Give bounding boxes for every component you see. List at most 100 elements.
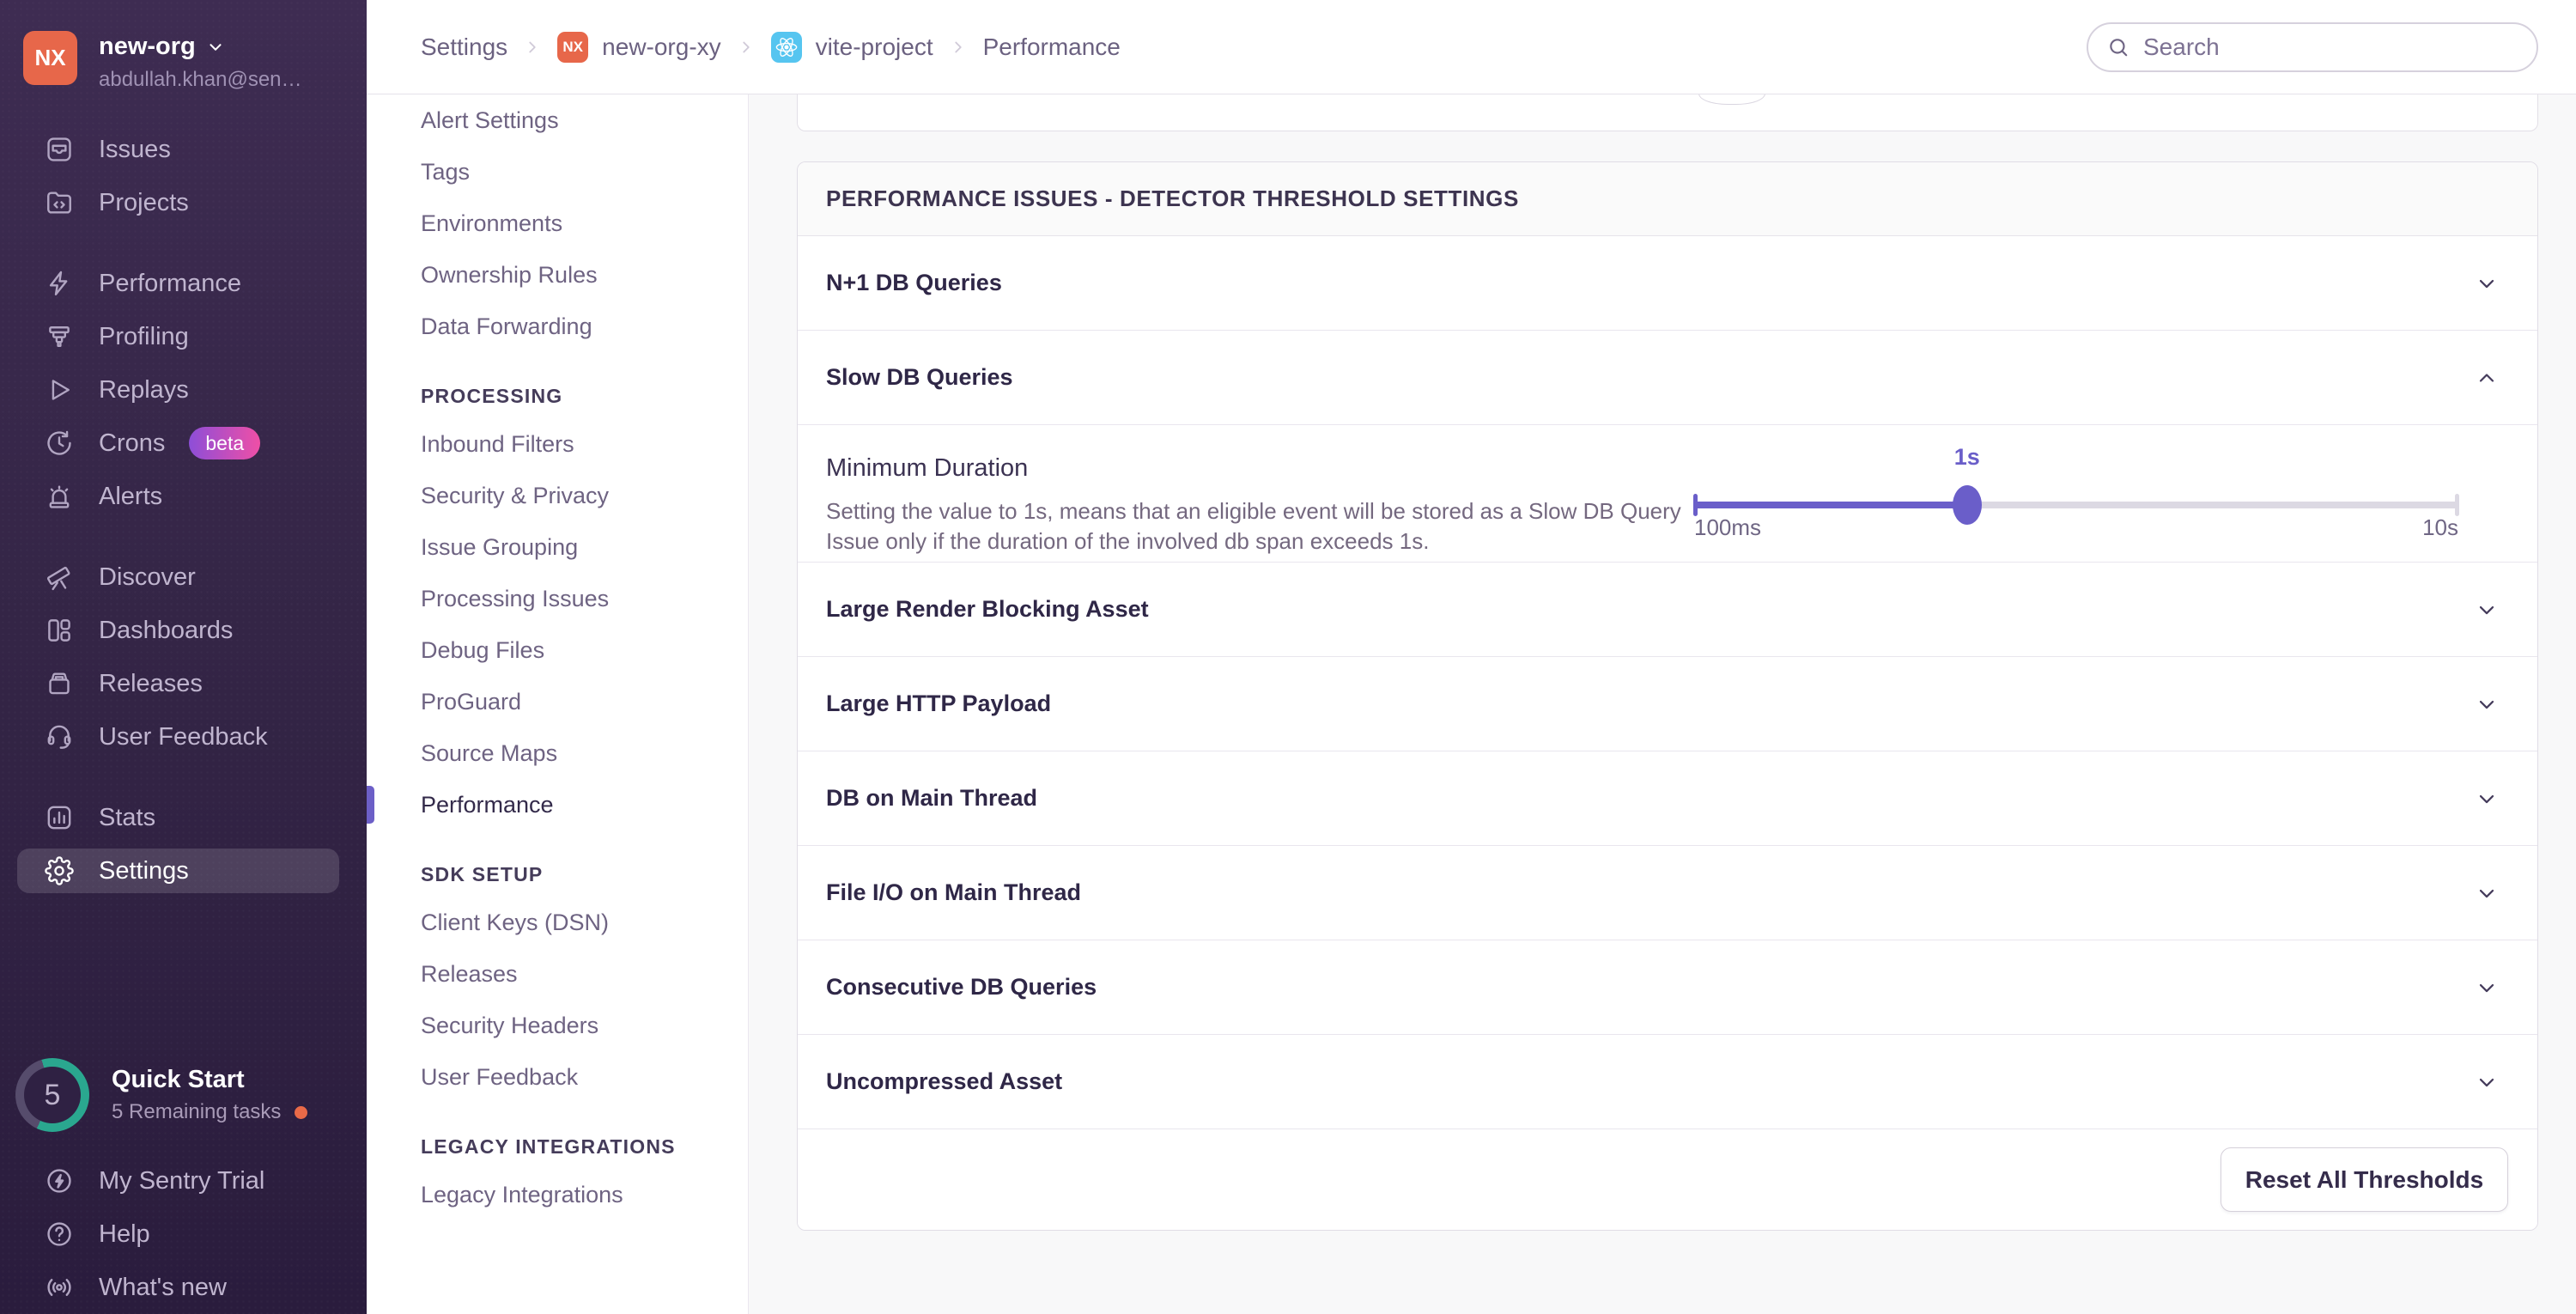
chevron-up-icon xyxy=(2475,366,2499,390)
crons-icon xyxy=(45,429,74,458)
detector-row-label: File I/O on Main Thread xyxy=(826,879,1082,905)
sidebar-item-releases[interactable]: Releases xyxy=(0,657,367,710)
slider-value-label: 1s xyxy=(1953,444,1980,470)
nav-section: Performance Profiling Replays Crons beta Aler… xyxy=(0,257,367,523)
settings-nav-item-tags[interactable]: Tags xyxy=(367,146,748,198)
detector-row-consecutive-db-queries[interactable]: Consecutive DB Queries xyxy=(798,940,2537,1035)
discover-icon xyxy=(45,563,74,592)
slider-max-tick xyxy=(2455,494,2459,516)
sidebar-item-label: Discover xyxy=(99,563,196,591)
settings-nav-item-security-headers[interactable]: Security Headers xyxy=(367,1000,748,1051)
settings-nav-item-debug-files[interactable]: Debug Files xyxy=(367,624,748,676)
detector-row-uncompressed-asset[interactable]: Uncompressed Asset xyxy=(798,1035,2537,1129)
nav-section: Issues Projects xyxy=(0,123,367,229)
sidebar-item-user-feedback[interactable]: User Feedback xyxy=(0,710,367,763)
sidebar-item-projects[interactable]: Projects xyxy=(0,176,367,229)
detector-row-file-i-o-on-main-thread[interactable]: File I/O on Main Thread xyxy=(798,846,2537,940)
detector-row-large-http-payload[interactable]: Large HTTP Payload xyxy=(798,657,2537,751)
alert-dot xyxy=(295,1105,308,1119)
sidebar-item-label: Help xyxy=(99,1220,150,1248)
org-switcher[interactable]: NX new-org abdullah.khan@sen… xyxy=(0,0,367,92)
search-input[interactable] xyxy=(2142,32,2511,62)
sidebar-item-what-s-new[interactable]: What's new xyxy=(0,1261,367,1314)
settings-nav-item-client-keys-dsn[interactable]: Client Keys (DSN) xyxy=(367,897,748,948)
sidebar-item-my-sentry-trial[interactable]: My Sentry Trial xyxy=(0,1154,367,1208)
breadcrumb-performance: Performance xyxy=(983,33,1121,61)
whats-new-icon xyxy=(45,1273,74,1302)
settings-nav-item-issue-grouping[interactable]: Issue Grouping xyxy=(367,521,748,573)
search-icon xyxy=(2110,38,2128,56)
sidebar-item-label: Performance xyxy=(99,269,242,297)
profiling-icon xyxy=(45,322,74,351)
detector-row-label: DB on Main Thread xyxy=(826,785,1038,811)
sidebar-item-replays[interactable]: Replays xyxy=(0,363,367,417)
sidebar-item-discover[interactable]: Discover xyxy=(0,551,367,604)
breadcrumb-new-org-xy[interactable]: NX new-org-xy xyxy=(557,31,721,63)
sidebar-item-issues[interactable]: Issues xyxy=(0,123,367,176)
detector-row-n-1-db-queries[interactable]: N+1 DB Queries xyxy=(798,236,2537,331)
settings-nav-item-legacy-integrations[interactable]: Legacy Integrations xyxy=(367,1169,748,1220)
threshold-setting: Minimum Duration Setting the value to 1s… xyxy=(826,454,1693,557)
sidebar-item-label: Projects xyxy=(99,188,189,216)
sidebar-item-help[interactable]: Help xyxy=(0,1208,367,1261)
sidebar-item-label: Issues xyxy=(99,135,171,163)
panel-header: PERFORMANCE ISSUES - DETECTOR THRESHOLD … xyxy=(798,162,2537,236)
settings-nav-item-inbound-filters[interactable]: Inbound Filters xyxy=(367,418,748,470)
reset-all-thresholds-button[interactable]: Reset All Thresholds xyxy=(2221,1147,2508,1212)
slider-fill xyxy=(1694,502,1967,508)
settings-nav-item-processing-issues[interactable]: Processing Issues xyxy=(367,573,748,624)
releases-icon xyxy=(45,669,74,698)
sidebar-item-alerts[interactable]: Alerts xyxy=(0,470,367,523)
sidebar-item-profiling[interactable]: Profiling xyxy=(0,310,367,363)
sidebar-item-crons[interactable]: Crons beta xyxy=(0,417,367,470)
sidebar-item-settings[interactable]: Settings xyxy=(0,844,367,897)
settings-nav-item-proguard[interactable]: ProGuard xyxy=(367,676,748,727)
detector-row-large-render-blocking-asset[interactable]: Large Render Blocking Asset xyxy=(798,563,2537,657)
primary-sidebar: NX new-org abdullah.khan@sen… Issues Proj… xyxy=(0,0,367,1314)
breadcrumb-label: new-org-xy xyxy=(602,33,721,60)
detector-threshold-panel: PERFORMANCE ISSUES - DETECTOR THRESHOLD … xyxy=(797,161,2538,1231)
slider-handle[interactable] xyxy=(1952,485,1982,525)
sidebar-item-label: Dashboards xyxy=(99,616,234,644)
threshold-label: Minimum Duration xyxy=(826,454,1029,482)
quick-start-count: 5 xyxy=(24,1067,81,1123)
slider-track[interactable] xyxy=(1693,485,2459,525)
detector-row-label: Large Render Blocking Asset xyxy=(826,596,1149,622)
detector-row-db-on-main-thread[interactable]: DB on Main Thread xyxy=(798,751,2537,846)
breadcrumb-settings[interactable]: Settings xyxy=(421,33,507,61)
nav-section: Discover Dashboards Releases User Feedback xyxy=(0,551,367,763)
settings-nav-header-legacy-integrations: LEGACY INTEGRATIONS xyxy=(421,1135,676,1158)
min-duration-slider: 1s 100ms 10s xyxy=(1693,425,2459,562)
chevron-right-icon xyxy=(737,38,756,57)
sidebar-item-label: Replays xyxy=(99,375,189,404)
settings-nav-item-source-maps[interactable]: Source Maps xyxy=(367,727,748,779)
org-name: new-org xyxy=(99,33,196,60)
breadcrumb-vite-project[interactable]: vite-project xyxy=(770,31,933,63)
settings-nav-item-user-feedback[interactable]: User Feedback xyxy=(367,1051,748,1103)
sidebar-item-performance[interactable]: Performance xyxy=(0,257,367,310)
sidebar-item-label: Profiling xyxy=(99,322,189,350)
sidebar-item-dashboards[interactable]: Dashboards xyxy=(0,604,367,657)
settings-nav: Alert Settings Tags Environments Ownership … xyxy=(367,94,749,1314)
settings-nav-item-alert-settings[interactable]: Alert Settings xyxy=(367,94,748,146)
search-box[interactable] xyxy=(2087,21,2538,72)
detector-row-label: Slow DB Queries xyxy=(826,364,1013,390)
detector-row-slow-db-queries[interactable]: Slow DB Queries xyxy=(798,331,2537,425)
scrolled-panel-bottom xyxy=(797,94,2538,131)
settings-nav-item-data-forwarding[interactable]: Data Forwarding xyxy=(367,301,748,352)
quick-start[interactable]: 5 Quick Start 5 Remaining tasks xyxy=(0,1058,367,1132)
beta-badge: beta xyxy=(189,427,261,459)
sidebar-item-label: Crons xyxy=(99,429,166,457)
sidebar-item-label: Settings xyxy=(99,856,189,885)
settings-nav-item-environments[interactable]: Environments xyxy=(367,198,748,249)
settings-nav-item-releases[interactable]: Releases xyxy=(367,948,748,1000)
settings-nav-item-ownership-rules[interactable]: Ownership Rules xyxy=(367,249,748,301)
sidebar-item-stats[interactable]: Stats xyxy=(0,791,367,844)
sidebar-item-label: User Feedback xyxy=(99,722,268,751)
settings-nav-item-performance[interactable]: Performance xyxy=(367,779,748,830)
settings-nav-item-security-privacy[interactable]: Security & Privacy xyxy=(367,470,748,521)
user-feedback-icon xyxy=(45,722,74,751)
replays-icon xyxy=(45,375,74,405)
chevron-down-icon xyxy=(2475,598,2499,622)
sidebar-item-label: What's new xyxy=(99,1273,227,1301)
